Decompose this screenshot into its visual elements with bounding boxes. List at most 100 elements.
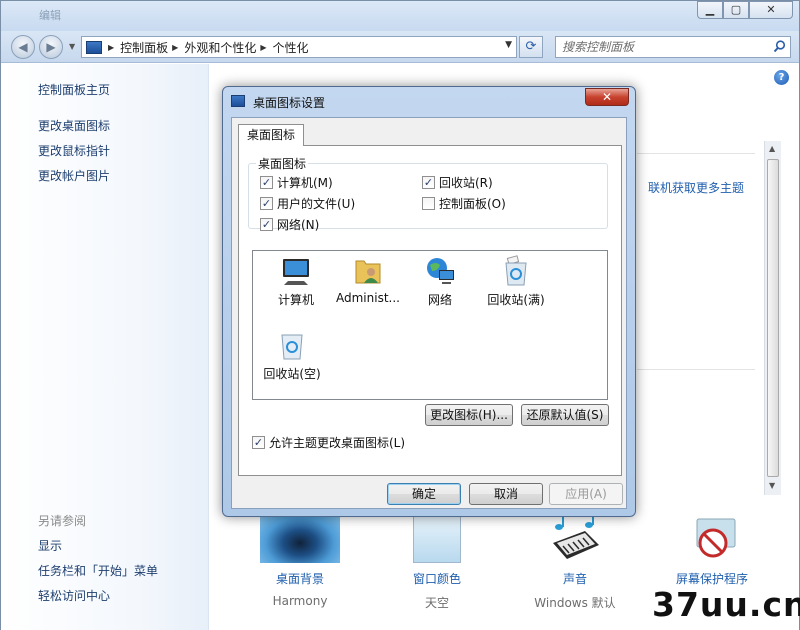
close-button[interactable]: ✕: [749, 1, 793, 19]
icon-label-administrator: Administ...: [336, 291, 400, 305]
list-item-computer[interactable]: 计算机: [259, 255, 333, 308]
forward-button[interactable]: ▶: [39, 35, 63, 59]
scrollbar-thumb[interactable]: [767, 159, 779, 477]
minimize-button[interactable]: ▁: [697, 1, 723, 19]
breadcrumb-separator-icon[interactable]: ▶: [260, 43, 266, 52]
checkbox-computer-box[interactable]: ✓: [260, 176, 273, 189]
sidebar-link-change-account-picture[interactable]: 更改帐户图片: [38, 167, 110, 184]
checkbox-network-label[interactable]: 网络(N): [277, 216, 319, 233]
icon-label-network: 网络: [427, 293, 452, 307]
window-color-thumbnail[interactable]: [413, 513, 461, 563]
refresh-button[interactable]: ⟳: [519, 36, 543, 58]
computer-icon: [283, 259, 309, 285]
recycle-bin-empty-icon: [281, 334, 303, 360]
apply-button[interactable]: 应用(A): [549, 483, 623, 505]
desktop-background-thumbnail[interactable]: [260, 513, 340, 563]
theme-list-scrollbar[interactable]: ▲ ▼: [764, 141, 781, 495]
search-box: [555, 36, 791, 58]
scroll-up-icon[interactable]: ▲: [769, 144, 775, 153]
dialog-title: 桌面图标设置: [253, 96, 326, 110]
checkbox-control-panel[interactable]: 控制面板(O): [422, 195, 506, 212]
checkbox-user-files[interactable]: ✓ 用户的文件(U): [260, 195, 355, 212]
list-item-recycle-bin-empty[interactable]: 回收站(空): [255, 329, 329, 382]
checkbox-computer-label[interactable]: 计算机(M): [277, 174, 333, 191]
breadcrumb-personalization[interactable]: 个性化: [273, 39, 309, 56]
navigation-bar: ◀ ▶ ▼ ▶ 控制面板 ▶ 外观和个性化 ▶ 个性化 ▼ ⟳: [1, 31, 799, 63]
get-more-themes-link[interactable]: 联机获取更多主题: [648, 179, 744, 196]
search-input[interactable]: [556, 37, 756, 57]
cancel-button[interactable]: 取消: [469, 483, 543, 505]
divider: [637, 369, 755, 370]
desktop-icon-settings-dialog: 桌面图标设置 ✕ 桌面图标 桌面图标 ✓ 计算机(M) ✓ 回收站(R) ✓ 用…: [222, 86, 636, 517]
address-bar[interactable]: ▶ 控制面板 ▶ 外观和个性化 ▶ 个性化 ▼: [81, 36, 517, 58]
task-pane: 控制面板主页 更改桌面图标 更改鼠标指针 更改帐户图片 另请参阅 显示 任务栏和…: [1, 64, 209, 630]
icon-label-recycle-bin-full: 回收站(满): [487, 293, 545, 307]
dialog-body: 桌面图标 桌面图标 ✓ 计算机(M) ✓ 回收站(R) ✓ 用户的文件(U) 控…: [231, 117, 627, 509]
dialog-monitor-icon: [231, 95, 245, 107]
window-title: 编辑: [39, 9, 61, 22]
checkbox-control-panel-label[interactable]: 控制面板(O): [439, 195, 506, 212]
sidebar-link-control-panel-home[interactable]: 控制面板主页: [38, 81, 110, 98]
recycle-bin-full-icon: [505, 255, 527, 286]
desktop-icon-list[interactable]: 计算机 Administ... 网络 回收站(满) 回收站(空): [252, 250, 608, 400]
breadcrumb-separator-icon[interactable]: ▶: [172, 43, 178, 52]
control-panel-icon: [86, 40, 102, 54]
sidebar-link-display[interactable]: 显示: [38, 537, 62, 554]
search-icon[interactable]: [773, 40, 786, 53]
desktop-background-value: Harmony: [272, 594, 328, 608]
icon-label-computer: 计算机: [277, 293, 314, 307]
desktop-background-label[interactable]: 桌面背景: [240, 570, 360, 587]
checkbox-control-panel-box[interactable]: [422, 197, 435, 210]
change-icon-button[interactable]: 更改图标(H)...: [425, 404, 513, 426]
divider: [637, 153, 755, 154]
scroll-down-icon[interactable]: ▼: [769, 481, 775, 490]
icon-label-recycle-bin-empty: 回收站(空): [263, 367, 321, 381]
sidebar-link-ease-of-access[interactable]: 轻松访问中心: [38, 587, 110, 604]
sound-icon[interactable]: [547, 513, 603, 565]
checkbox-user-files-box[interactable]: ✓: [260, 197, 273, 210]
address-dropdown-icon[interactable]: ▼: [505, 40, 512, 50]
restore-default-button[interactable]: 还原默认值(S): [521, 404, 609, 426]
sound-label[interactable]: 声音: [515, 570, 635, 587]
breadcrumb-separator-icon[interactable]: ▶: [108, 43, 114, 52]
tab-desktop-icons[interactable]: 桌面图标: [238, 124, 305, 146]
checkbox-recycle-bin-box[interactable]: ✓: [422, 176, 435, 189]
watermark-text: 37uu.cn: [652, 585, 800, 624]
help-icon[interactable]: ?: [774, 70, 789, 85]
dialog-close-button[interactable]: ✕: [585, 88, 629, 106]
maximize-button[interactable]: ▢: [723, 1, 749, 19]
caption-buttons: ▁ ▢ ✕: [697, 1, 793, 19]
network-icon: [427, 258, 454, 284]
desktop-background-item[interactable]: 桌面背景 Harmony: [240, 570, 360, 608]
sidebar-link-change-mouse-pointers[interactable]: 更改鼠标指针: [38, 142, 110, 159]
checkbox-network-box[interactable]: ✓: [260, 218, 273, 231]
screen-saver-icon[interactable]: [683, 517, 737, 563]
user-folder-icon: [355, 260, 381, 284]
see-also-heading: 另请参阅: [38, 514, 87, 528]
checkbox-allow-themes[interactable]: ✓ 允许主题更改桌面图标(L): [252, 434, 405, 451]
breadcrumb-appearance[interactable]: 外观和个性化: [184, 39, 256, 56]
sidebar-link-taskbar-start-menu[interactable]: 任务栏和「开始」菜单: [38, 562, 158, 579]
checkbox-recycle-bin[interactable]: ✓ 回收站(R): [422, 174, 493, 191]
back-button[interactable]: ◀: [11, 35, 35, 59]
checkbox-recycle-bin-label[interactable]: 回收站(R): [439, 174, 493, 191]
window-color-label[interactable]: 窗口颜色: [377, 570, 497, 587]
list-item-network[interactable]: 网络: [403, 255, 477, 308]
sound-item[interactable]: 声音 Windows 默认: [515, 570, 635, 611]
checkbox-network[interactable]: ✓ 网络(N): [260, 216, 319, 233]
checkbox-computer[interactable]: ✓ 计算机(M): [260, 174, 333, 191]
checkbox-allow-themes-label[interactable]: 允许主题更改桌面图标(L): [269, 434, 405, 451]
sound-value: Windows 默认: [534, 596, 616, 610]
title-bar: 编辑 ▁ ▢ ✕: [1, 1, 799, 31]
checkbox-allow-themes-box[interactable]: ✓: [252, 436, 265, 449]
group-title: 桌面图标: [256, 155, 309, 172]
checkbox-user-files-label[interactable]: 用户的文件(U): [277, 195, 355, 212]
window-color-item[interactable]: 窗口颜色 天空: [377, 570, 497, 611]
list-item-user-files[interactable]: Administ...: [331, 255, 405, 305]
recent-pages-dropdown-icon[interactable]: ▼: [69, 42, 75, 51]
window-color-value: 天空: [424, 596, 449, 610]
list-item-recycle-bin-full[interactable]: 回收站(满): [479, 255, 553, 308]
breadcrumb-control-panel[interactable]: 控制面板: [120, 39, 168, 56]
ok-button[interactable]: 确定: [387, 483, 461, 505]
sidebar-link-change-desktop-icons[interactable]: 更改桌面图标: [38, 117, 110, 134]
